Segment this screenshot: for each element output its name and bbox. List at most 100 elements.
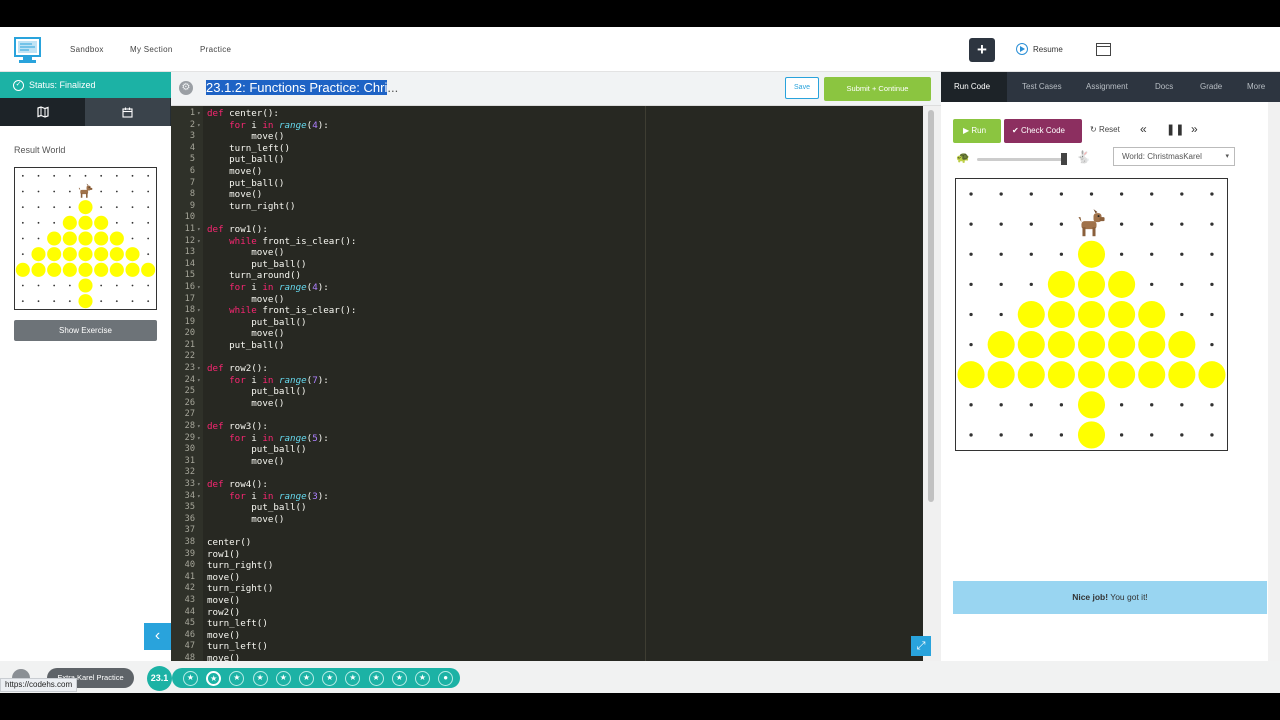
gear-icon[interactable]: ⚙ (179, 81, 193, 95)
exercise-star-icon[interactable]: ★ (391, 671, 407, 686)
fold-arrow-icon[interactable]: ▾ (197, 433, 201, 445)
line-number: 24 (184, 374, 195, 385)
grid-dot (999, 312, 1003, 317)
fold-arrow-icon[interactable]: ▾ (197, 282, 201, 294)
pause-icon[interactable]: ❚❚ (1166, 123, 1184, 136)
grid-dot (1029, 192, 1033, 196)
nav-link-my-section[interactable]: My Section (130, 45, 173, 54)
step-forward-icon[interactable]: » (1191, 122, 1198, 136)
beeper-ball (62, 247, 77, 262)
code-editor[interactable]: 1 ▾ def center(): 2 ▾ for i in range(4): 3 mo… (171, 106, 923, 661)
tab-assignment[interactable]: Assignment (1086, 72, 1128, 102)
result-world-label: Result World (14, 145, 66, 155)
grid-dot (37, 237, 40, 240)
step-back-icon[interactable]: « (1140, 122, 1147, 136)
exercise-star-icon[interactable]: ★ (415, 671, 430, 686)
line-number: 1 (189, 108, 195, 118)
grid-dot (21, 206, 24, 209)
add-button[interactable]: + (969, 38, 995, 62)
code-text: move() (207, 165, 263, 177)
fold-arrow-icon[interactable]: ▾ (197, 224, 201, 236)
tab-calendar[interactable] (85, 98, 170, 126)
fold-arrow-icon[interactable]: ▾ (197, 363, 201, 375)
resume-button[interactable]: Resume (1016, 43, 1063, 55)
tab-grade[interactable]: Grade (1200, 72, 1222, 102)
status-bar: ✓ Status: Finalized (0, 72, 171, 98)
line-number: 40 (184, 560, 195, 571)
tab-docs[interactable]: Docs (1155, 72, 1173, 102)
tab-more[interactable]: More (1247, 72, 1265, 102)
exercise-star-icon[interactable]: ★ (252, 671, 268, 686)
fold-arrow-icon[interactable]: ▾ (197, 479, 201, 491)
expand-editor-button[interactable]: ⤢ (911, 636, 931, 656)
fold-arrow-icon[interactable]: ▾ (197, 375, 201, 387)
collapse-left-panel-button[interactable]: ‹ (144, 623, 171, 650)
fold-arrow-icon[interactable]: ▾ (197, 421, 201, 433)
grid-dot (37, 221, 40, 224)
exercise-star-icon[interactable]: ★ (275, 671, 291, 686)
grid-dot (21, 253, 24, 256)
beeper-ball (78, 215, 93, 230)
speed-slider-thumb[interactable] (1061, 153, 1067, 165)
beeper-ball (78, 262, 93, 277)
beeper-ball (47, 262, 62, 277)
fold-arrow-icon[interactable]: ▾ (197, 305, 201, 317)
grid-dot (1089, 192, 1094, 196)
line-number: 43 (184, 594, 195, 605)
editor-scrollbar[interactable] (923, 106, 941, 661)
beeper-ball (62, 215, 77, 230)
line-number: 41 (184, 571, 195, 582)
grid-dot (21, 284, 24, 287)
tab-run-code[interactable]: Run Code (941, 72, 1007, 102)
nav-link-practice[interactable]: Practice (200, 45, 231, 54)
submit-continue-button[interactable]: Submit + Continue (824, 77, 931, 101)
window-icon[interactable] (1096, 43, 1111, 56)
grid-dot (100, 300, 103, 303)
beeper-ball (78, 278, 93, 293)
editor-scrollbar-thumb[interactable] (928, 110, 934, 502)
code-text: turn_right() (207, 560, 274, 572)
fold-arrow-icon[interactable]: ▾ (197, 236, 201, 248)
beeper-ball (62, 262, 77, 277)
fold-arrow-icon[interactable]: ▾ (197, 491, 201, 503)
speed-slider[interactable] (977, 158, 1067, 161)
code-text: turn_left() (207, 618, 268, 630)
reset-button[interactable]: ↻ Reset (1090, 125, 1120, 134)
line-number: 10 (184, 212, 195, 223)
grid-dot (1119, 222, 1124, 226)
world-select[interactable]: World: ChristmasKarel ▾ (1113, 147, 1235, 166)
exercise-star-icon[interactable]: ★ (299, 671, 314, 686)
right-panel-scrollbar[interactable] (1268, 102, 1280, 661)
fold-arrow-icon[interactable]: ▾ (197, 120, 201, 132)
grid-dot (1119, 433, 1124, 437)
world-select-value: World: ChristmasKarel (1122, 152, 1202, 161)
turtle-icon: 🐢 (956, 152, 970, 164)
beeper-ball (47, 231, 62, 246)
code-text: move() (207, 652, 241, 661)
grid-dot (147, 206, 150, 209)
code-text: move() (207, 513, 285, 525)
lesson-number[interactable]: 23.1 (147, 666, 172, 691)
exercise-star-icon[interactable]: ★ (368, 671, 384, 686)
grid-dot (53, 206, 56, 209)
grid-dot (131, 190, 134, 193)
grid-dot (68, 190, 71, 193)
tab-world[interactable] (0, 98, 85, 126)
save-button[interactable]: Save (785, 77, 819, 99)
beeper-ball (141, 262, 156, 277)
fold-arrow-icon[interactable]: ▾ (197, 108, 201, 120)
check-code-button[interactable]: ✔ Check Code (1004, 119, 1082, 143)
code-text: for i in range(7): (229, 374, 329, 386)
code-text: def row3(): (207, 421, 268, 433)
show-exercise-button[interactable]: Show Exercise (14, 320, 157, 341)
tab-test-cases[interactable]: Test Cases (1022, 72, 1062, 102)
run-button[interactable]: ▶ Run (953, 119, 1001, 143)
chevron-down-icon: ▾ (1225, 153, 1229, 160)
monitor-logo-icon[interactable] (14, 37, 41, 64)
chevron-left-icon: ‹ (154, 627, 161, 644)
grid-dot (68, 300, 71, 303)
nav-link-sandbox[interactable]: Sandbox (70, 45, 104, 54)
beeper-ball (1047, 331, 1075, 359)
exercise-star-icon[interactable]: ★ (183, 671, 198, 686)
code-text: row1() (207, 548, 241, 560)
